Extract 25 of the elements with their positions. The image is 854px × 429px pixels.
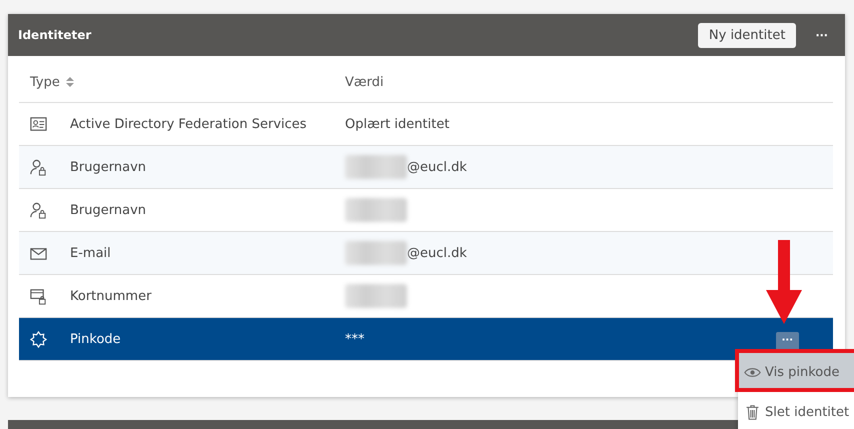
column-header[interactable]: Værdi <box>345 74 833 90</box>
asterisk-badge-icon <box>29 330 48 348</box>
type-label: Kortnummer <box>70 288 152 304</box>
card-lock-icon <box>29 286 48 306</box>
id-card-icon <box>29 114 48 134</box>
type-label: E-mail <box>70 246 111 260</box>
value-text: *** <box>345 332 364 346</box>
trash-icon <box>744 404 761 420</box>
type-label: Active Directory Federation Services <box>70 116 307 132</box>
type-label: Pinkode <box>70 332 121 346</box>
table-row[interactable]: Pinkode *** ··· <box>19 318 833 361</box>
type-label: Brugernavn <box>70 160 146 174</box>
more-button[interactable]: ··· <box>812 28 831 42</box>
column-header[interactable]: Type <box>19 74 345 90</box>
value-text: @eucl.dk <box>407 160 467 174</box>
user-lock-icon <box>29 158 48 176</box>
type-label: Brugernavn <box>70 202 146 218</box>
user-lock-icon <box>29 200 48 220</box>
table-row[interactable]: Brugernavn @eucl.dk <box>19 146 833 189</box>
value-text: Oplært identitet <box>345 116 450 132</box>
table-row[interactable]: E-mail @eucl.dk <box>19 232 833 275</box>
value-text: @eucl.dk <box>407 246 467 260</box>
panel-title: Identiteter <box>18 28 92 42</box>
new-identity-button[interactable]: Ny identitet <box>698 22 796 48</box>
menu-item[interactable]: Slet identitet <box>738 392 854 429</box>
